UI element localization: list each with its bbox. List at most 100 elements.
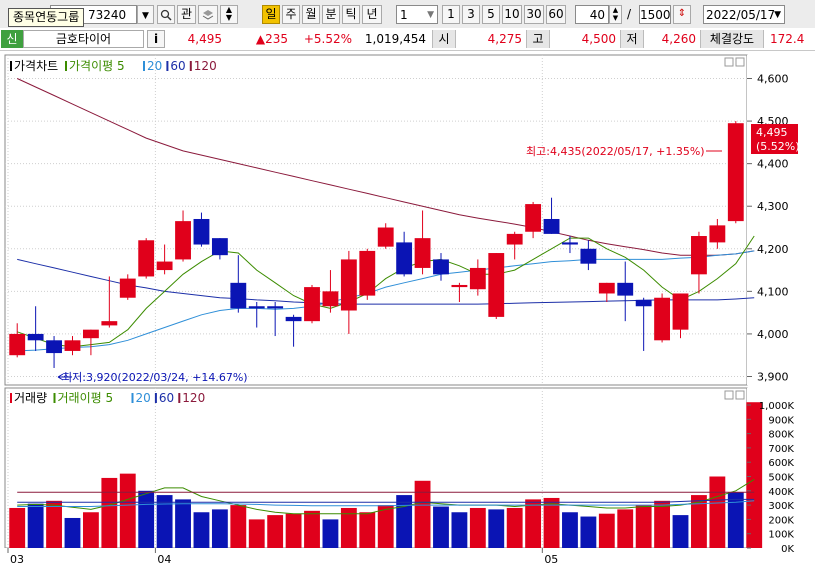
volume-bar: [267, 515, 284, 548]
volume-bar: [230, 505, 247, 548]
price-tick-label: 4,400: [757, 158, 789, 171]
volume-bar: [248, 519, 265, 548]
change-percent: +5.52%: [303, 32, 352, 46]
stock-chart[interactable]: 가격차트 가격이평 5 20 60 120 거래량 거래이평 5 20 60 120 3,900…: [0, 50, 815, 566]
candle-body: [304, 287, 320, 322]
high-annotation: 최고:4,435(2022/05/17, +1.35%): [526, 145, 705, 158]
date-input[interactable]: 2022/05/17 ▼: [703, 5, 785, 24]
stock-info-button[interactable]: i: [147, 30, 165, 48]
open-price: 4,275: [487, 32, 522, 46]
candle-body: [562, 242, 578, 245]
candle-body: [359, 250, 376, 296]
candle-body: [156, 261, 173, 271]
candle-body: [175, 221, 191, 260]
search-button[interactable]: [157, 5, 175, 24]
candle-body: [525, 204, 542, 232]
credit-badge: 신: [1, 30, 23, 48]
trade-volume: 1,019,454: [364, 32, 426, 46]
current-price-tag-value: 4,495: [756, 126, 788, 139]
candle-body: [9, 333, 26, 356]
candle-body: [267, 306, 284, 309]
volume-bar: [138, 490, 155, 548]
period-minute-button[interactable]: 분: [322, 5, 340, 24]
code-dropdown-button[interactable]: ▼: [137, 5, 154, 24]
candle-body: [119, 278, 136, 298]
volume-bar: [672, 515, 689, 548]
maximize-icon[interactable]: [724, 57, 734, 67]
volume-bar: [359, 512, 376, 548]
total-count-input[interactable]: 1500: [639, 5, 671, 24]
stock-name: 금호타이어: [23, 30, 144, 48]
display-count-input[interactable]: 40: [575, 5, 609, 24]
volume-bar: [396, 495, 413, 548]
arrow-down-icon: ▼: [612, 14, 619, 22]
legend-marker: [166, 61, 169, 71]
group-button[interactable]: [198, 5, 218, 24]
candle-body: [580, 248, 597, 264]
legend-item: 120: [182, 391, 205, 405]
unit-select[interactable]: 1 ▼: [396, 5, 438, 24]
chevron-down-icon: ▼: [142, 11, 149, 21]
candle-body: [506, 233, 523, 245]
candle-body: [193, 218, 210, 245]
count-spinner[interactable]: ▲ ▼: [609, 5, 622, 24]
legend-marker: [53, 393, 56, 403]
close-icon[interactable]: [735, 390, 745, 400]
period-week-button[interactable]: 주: [282, 5, 300, 24]
volume-bar: [9, 507, 26, 548]
candle: [488, 253, 505, 320]
candle-body: [64, 340, 81, 351]
maximize-icon[interactable]: [724, 390, 734, 400]
period-tick-button[interactable]: 틱: [342, 5, 360, 24]
price-tick-label: 4,600: [757, 73, 789, 86]
volume-bar: [562, 512, 578, 548]
high-label: 고: [526, 30, 550, 48]
prev-next-stepper[interactable]: ▲ ▼: [220, 5, 238, 24]
interval-10-button[interactable]: 10: [502, 5, 522, 24]
volume-tick-label: 300K: [768, 501, 794, 512]
legend-item: 60: [159, 391, 174, 405]
current-price: 4,495: [187, 32, 222, 46]
legend-item: 60: [170, 59, 185, 73]
zoom-toggle-button[interactable]: ⇕: [673, 5, 691, 24]
interval-1-button[interactable]: 1: [442, 5, 460, 24]
volume-bar: [580, 516, 597, 548]
close-icon[interactable]: [735, 57, 745, 67]
candle: [304, 284, 320, 324]
low-label: 저: [620, 30, 644, 48]
legend-item: 가격이평 5: [69, 59, 125, 73]
volume-bar: [414, 480, 431, 548]
period-day-button[interactable]: 일: [262, 5, 280, 24]
volume-bar: [598, 513, 615, 548]
volume-bar: [525, 499, 542, 548]
open-label: 시: [432, 30, 456, 48]
chart-toolbar: 종목연동그룹 73240 ▼ 관 ▲ ▼ 일 주 월 분 틱 년 1 ▼ 1 3 …: [0, 0, 815, 29]
volume-tick-label: 400K: [768, 487, 794, 498]
current-price-tag-pct: (5.52%): [756, 140, 800, 153]
legend-item: 20: [136, 391, 151, 405]
volume-bar: [46, 500, 62, 548]
candle-body: [285, 316, 302, 322]
volume-bar: [193, 512, 210, 548]
volume-bar: [654, 500, 671, 548]
interval-30-button[interactable]: 30: [524, 5, 544, 24]
volume-bar: [101, 477, 118, 548]
date-axis: [0, 548, 815, 566]
interval-3-button[interactable]: 3: [462, 5, 480, 24]
interval-5-button[interactable]: 5: [482, 5, 500, 24]
volume-bar: [635, 505, 652, 548]
volume-bar: [27, 503, 44, 548]
volume-bar: [746, 402, 763, 548]
volume-tick-label: 700K: [768, 444, 794, 455]
price-tick-label: 4,200: [757, 243, 789, 256]
period-month-button[interactable]: 월: [302, 5, 320, 24]
legend-marker: [154, 393, 157, 403]
interest-button[interactable]: 관: [177, 5, 196, 24]
candle-body: [101, 321, 118, 326]
candle-body: [46, 340, 62, 354]
volume-bar: [451, 512, 468, 548]
period-year-button[interactable]: 년: [362, 5, 382, 24]
interval-60-button[interactable]: 60: [546, 5, 566, 24]
arrow-down-icon: ▼: [225, 13, 233, 22]
candle-body: [727, 123, 744, 222]
